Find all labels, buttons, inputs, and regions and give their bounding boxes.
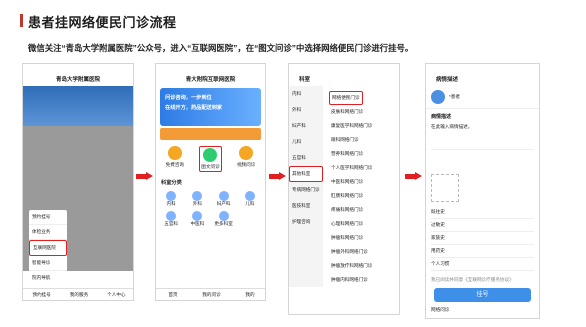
status-bar bbox=[156, 64, 265, 74]
service-video-consult[interactable]: 视频问诊 bbox=[237, 146, 255, 172]
nav-item[interactable]: 首页 bbox=[168, 292, 177, 298]
dept-item[interactable]: 心理科网络门诊 bbox=[329, 217, 399, 231]
sidebar-item[interactable]: 内科 bbox=[289, 86, 323, 102]
dept-item[interactable]: 外科 bbox=[186, 191, 208, 207]
dept-item[interactable]: 个人医学科网络门诊 bbox=[329, 161, 399, 175]
service-label: 免费咨询 bbox=[165, 162, 185, 167]
sidebar-item[interactable]: 医技科室 bbox=[289, 198, 323, 214]
page-title: 患者挂网络便民门诊流程 bbox=[20, 12, 177, 31]
menu-item[interactable]: 预约挂号 bbox=[29, 210, 67, 225]
menu-item[interactable]: 院内导航 bbox=[29, 271, 67, 285]
avatar bbox=[431, 90, 445, 104]
field-row[interactable]: 个人习惯 bbox=[431, 258, 534, 271]
register-button[interactable]: 挂号 bbox=[434, 288, 531, 302]
app-title: 青大附院互联网医院 bbox=[185, 77, 236, 83]
phone-screen-4: 病情描述 *患者 病情描述 在此输入病情描述， 既往史 过敏史 家族史 用药史 … bbox=[425, 63, 540, 319]
field-row[interactable]: 既往史 bbox=[431, 206, 534, 219]
field-row[interactable]: 家族史 bbox=[431, 232, 534, 245]
nav-item[interactable]: 我的 bbox=[245, 292, 254, 298]
description-placeholder: 在此输入病情描述， bbox=[431, 124, 473, 129]
sidebar-item-other[interactable]: 其他科室 bbox=[289, 166, 323, 182]
status-bar bbox=[23, 64, 133, 74]
nav-item[interactable]: 个人中心 bbox=[107, 292, 125, 298]
status-bar bbox=[289, 64, 399, 74]
app-title: 病情描述 bbox=[436, 77, 459, 83]
patient-label: *患者 bbox=[449, 94, 460, 99]
nav-item[interactable]: 我的问诊 bbox=[202, 292, 220, 298]
agreement-checkbox[interactable]: 我已阅读并同意《互联网诊疗服务协议》 bbox=[426, 271, 539, 286]
header-banner bbox=[23, 86, 133, 126]
flow-arrow bbox=[136, 172, 153, 181]
sidebar-item[interactable]: 护理咨询 bbox=[289, 214, 323, 230]
bottom-nav: 预约挂号 我的服务 个人中心 bbox=[23, 288, 133, 300]
service-icons: 免费咨询 图文问诊 视频问诊 bbox=[156, 142, 265, 176]
dept-item[interactable]: 更多科室 bbox=[213, 211, 235, 227]
instruction-text: 微信关注“青岛大学附属医院”公众号，进入“互联网医院”，在“图文问诊”中选择网络… bbox=[28, 43, 414, 53]
app-title: 青岛大学附属医院 bbox=[55, 77, 100, 83]
phone-screen-3: 科室 内科 外科 妇产科 儿科 五官科 其他科室 专病网络门诊 医技科室 护理咨… bbox=[288, 63, 400, 315]
dept-item[interactable]: 营养科网络门诊 bbox=[329, 147, 399, 161]
flow-arrow bbox=[405, 172, 422, 181]
upload-image-button[interactable] bbox=[431, 174, 459, 202]
dept-item[interactable]: 肿瘤内科网络门诊 bbox=[329, 273, 399, 287]
menu-item[interactable]: 体检业务 bbox=[29, 225, 67, 240]
bottom-nav: 首页 我的问诊 我的 bbox=[156, 288, 265, 300]
sidebar-item[interactable]: 儿科 bbox=[289, 134, 323, 150]
sidebar-item[interactable]: 外科 bbox=[289, 102, 323, 118]
history-fields: 既往史 过敏史 家族史 用药史 个人习惯 bbox=[426, 206, 539, 271]
dept-item[interactable]: 眼科网络门诊 bbox=[329, 133, 399, 147]
flow-arrow bbox=[269, 172, 286, 181]
nav-item[interactable]: 预约挂号 bbox=[32, 292, 50, 298]
dept-item[interactable]: 中医科 bbox=[186, 211, 208, 227]
popup-menu: 预约挂号 体检业务 互联网医院 智能导诊 院内导航 bbox=[29, 210, 67, 285]
status-bar bbox=[426, 64, 539, 74]
section-title: 病情描述 bbox=[431, 114, 452, 120]
chat-icon bbox=[167, 146, 182, 160]
field-row[interactable]: 过敏史 bbox=[431, 219, 534, 232]
phone-screen-1: 青岛大学附属医院 预约挂号 体检业务 互联网医院 智能导诊 院内导航 预约挂号 … bbox=[22, 63, 134, 301]
sidebar-item[interactable]: 专病网络门诊 bbox=[289, 182, 323, 198]
sidebar-item[interactable]: 妇产科 bbox=[289, 118, 323, 134]
dept-item[interactable]: 肿瘤放疗科网络门诊 bbox=[329, 259, 399, 273]
section-title: 科室分类 bbox=[161, 180, 182, 186]
banner: 问诊咨询，一步到位 在线开方，药品配送到家 bbox=[160, 88, 261, 126]
dept-item[interactable]: 皮肤科网络门诊 bbox=[329, 105, 399, 119]
dept-item[interactable]: 肛肠科网络门诊 bbox=[329, 189, 399, 203]
menu-item-internet-hospital[interactable]: 互联网医院 bbox=[29, 240, 67, 256]
dept-item[interactable]: 妇产科 bbox=[213, 191, 235, 207]
banner-line: 在线开方，药品配送到家 bbox=[165, 105, 223, 111]
sidebar-item[interactable]: 五官科 bbox=[289, 150, 323, 166]
dept-item[interactable]: 疼痛科网络门诊 bbox=[329, 203, 399, 217]
nav-item[interactable]: 我的服务 bbox=[70, 292, 88, 298]
description-box[interactable]: 在此输入病情描述， bbox=[431, 124, 534, 150]
patient-card[interactable]: *患者 bbox=[426, 86, 539, 109]
service-text-consult[interactable]: 图文问诊 bbox=[199, 146, 222, 172]
dept-item[interactable]: 内科 bbox=[160, 191, 182, 207]
footer-label: 网络问诊 bbox=[431, 307, 450, 312]
dept-item[interactable]: 肿瘤科网络门诊 bbox=[329, 231, 399, 245]
dept-sidebar: 内科 外科 妇产科 儿科 五官科 其他科室 专病网络门诊 医技科室 护理咨询 bbox=[289, 86, 323, 287]
app-title: 科室 bbox=[299, 77, 311, 83]
dept-grid: 内科 外科 妇产科 儿科 五官科 中医科 更多科室 bbox=[156, 189, 265, 229]
dept-list: 网络便民门诊 皮肤科网络门诊 康复医学科网络门诊 眼科网络门诊 营养科网络门诊 … bbox=[323, 86, 399, 287]
dept-item-convenience[interactable]: 网络便民门诊 bbox=[329, 91, 363, 105]
promo-strip bbox=[160, 128, 261, 140]
phone-screen-2: 青大附院互联网医院 问诊咨询，一步到位 在线开方，药品配送到家 免费咨询 图文问… bbox=[155, 63, 266, 301]
service-label: 图文问诊 bbox=[201, 164, 220, 169]
field-row[interactable]: 用药史 bbox=[431, 245, 534, 258]
menu-item[interactable]: 智能导诊 bbox=[29, 256, 67, 271]
page-root: 患者挂网络便民门诊流程 微信关注“青岛大学附属医院”公众号，进入“互联网医院”，… bbox=[0, 0, 586, 327]
banner-line: 问诊咨询，一步到位 bbox=[165, 95, 212, 101]
dept-item[interactable]: 中医科网络门诊 bbox=[329, 175, 399, 189]
text-icon bbox=[203, 148, 218, 162]
dept-panel: 内科 外科 妇产科 儿科 五官科 其他科室 专病网络门诊 医技科室 护理咨询 网… bbox=[289, 86, 399, 287]
service-free-consult[interactable]: 免费咨询 bbox=[166, 146, 184, 172]
dept-item[interactable]: 五官科 bbox=[160, 211, 182, 227]
service-label: 视频问诊 bbox=[236, 162, 256, 167]
dept-item[interactable]: 肿瘤外科网络门诊 bbox=[329, 245, 399, 259]
video-icon bbox=[239, 146, 254, 160]
dept-item[interactable]: 儿科 bbox=[239, 191, 261, 207]
dept-item[interactable]: 康复医学科网络门诊 bbox=[329, 119, 399, 133]
